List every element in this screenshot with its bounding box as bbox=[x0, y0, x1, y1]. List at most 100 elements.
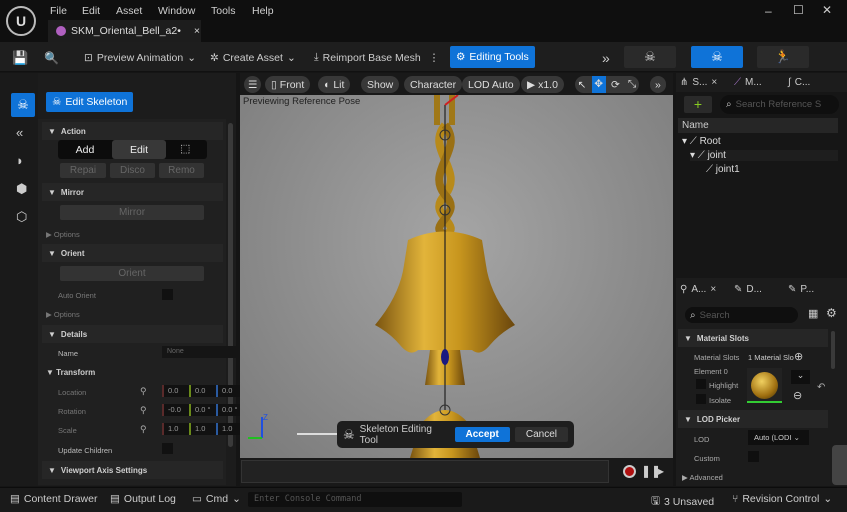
scale-icon[interactable]: ⤡ bbox=[625, 78, 639, 91]
overflow-button[interactable]: » bbox=[602, 47, 610, 68]
tab-close-icon[interactable]: × bbox=[710, 284, 716, 295]
menu-help[interactable]: Help bbox=[252, 5, 274, 17]
revision-control-button[interactable]: ⑂ Revision Control ⌄ bbox=[732, 493, 832, 505]
menu-edit[interactable]: Edit bbox=[82, 5, 100, 17]
menu-window[interactable]: Window bbox=[158, 5, 195, 17]
skeleton-edit-mode-icon[interactable]: ☠ bbox=[11, 93, 35, 117]
orient-button[interactable]: Orient bbox=[60, 266, 204, 281]
name-field[interactable]: None bbox=[162, 346, 242, 358]
content-drawer-button[interactable]: ▤ Content Drawer bbox=[10, 493, 97, 505]
scale-z[interactable]: 1.0 bbox=[216, 423, 243, 435]
cube-icon[interactable]: ⬡ bbox=[16, 209, 27, 225]
repair-button[interactable]: Repai bbox=[60, 163, 106, 178]
tree-item-joint1[interactable]: ⟋ joint1 bbox=[706, 164, 740, 175]
rotation-x[interactable]: -0.0 bbox=[162, 404, 189, 416]
rotation-y[interactable]: 0.0 ° bbox=[189, 404, 216, 416]
edit-button[interactable]: Edit bbox=[112, 140, 166, 159]
tab-mesh[interactable]: ⟋ M... bbox=[734, 73, 762, 91]
add-slot-icon[interactable]: ⊕ bbox=[794, 350, 803, 363]
translate-icon[interactable]: ✥ bbox=[591, 76, 606, 93]
add-button[interactable]: Add bbox=[58, 140, 112, 159]
mirror-button[interactable]: Mirror bbox=[60, 205, 204, 220]
material-dropdown[interactable]: ⌄ bbox=[791, 370, 810, 384]
menu-asset[interactable]: Asset bbox=[116, 5, 142, 17]
custom-checkbox[interactable] bbox=[748, 451, 759, 462]
tab-curves[interactable]: ∫ C... bbox=[788, 73, 810, 91]
location-gizmo-icon[interactable]: ⚲ bbox=[140, 386, 147, 397]
section-details[interactable]: ▼ Details bbox=[42, 325, 223, 343]
section-lod-picker[interactable]: ▼ LOD Picker bbox=[678, 410, 828, 428]
rotate-icon[interactable]: ⟳ bbox=[609, 79, 623, 91]
settings-icon[interactable]: ⚙ bbox=[826, 306, 837, 320]
editing-tools-button[interactable]: ⚙ Editing Tools bbox=[450, 46, 535, 68]
remove-button[interactable]: Remo bbox=[159, 163, 204, 178]
tab-details[interactable]: ✎ D... bbox=[734, 280, 762, 298]
asset-tab[interactable]: SKM_Oriental_Bell_a2• × bbox=[48, 20, 201, 42]
section-mirror[interactable]: ▼ Mirror bbox=[42, 183, 223, 201]
close-button[interactable]: ✕ bbox=[822, 3, 832, 17]
step-forward-button[interactable]: ▸ bbox=[658, 464, 664, 478]
edit-skeleton-button[interactable]: ☠ Edit Skeleton bbox=[46, 92, 134, 112]
transform-header[interactable]: ▼ Transform bbox=[42, 368, 223, 377]
scrollbar[interactable] bbox=[228, 123, 233, 447]
auto-orient-checkbox[interactable] bbox=[162, 289, 173, 300]
section-action[interactable]: ▼ Action bbox=[42, 122, 223, 140]
viewport-overflow-button[interactable]: » bbox=[650, 76, 666, 93]
lod-select[interactable]: Auto (LODI ⌄ bbox=[748, 430, 809, 445]
orient-options[interactable]: ▶ Options bbox=[42, 310, 223, 319]
update-children-checkbox[interactable] bbox=[162, 443, 173, 454]
isolate-checkbox[interactable] bbox=[696, 394, 706, 404]
reset-icon[interactable]: ↶ bbox=[817, 382, 825, 393]
mesh-icon[interactable]: ⬢ bbox=[16, 181, 27, 197]
tab-close-icon[interactable]: × bbox=[711, 77, 717, 88]
scale-x[interactable]: 1.0 bbox=[162, 423, 189, 435]
name-column-header[interactable]: Name bbox=[678, 118, 838, 133]
material-thumbnail[interactable] bbox=[747, 368, 782, 403]
section-viewport-axis[interactable]: ▼ Viewport Axis Settings bbox=[42, 461, 223, 479]
tab-close-icon[interactable]: × bbox=[194, 25, 200, 37]
rotation-z[interactable]: 0.0 ° bbox=[216, 404, 243, 416]
more-icon[interactable]: ⋮ bbox=[429, 52, 440, 64]
console-input[interactable]: Enter Console Command bbox=[248, 492, 462, 507]
mesh-mode-button[interactable]: ☠ bbox=[691, 46, 743, 68]
section-material-slots[interactable]: ▼ Material Slots bbox=[678, 329, 828, 347]
table-view-icon[interactable]: ▦ bbox=[808, 307, 818, 320]
select-cursor-icon[interactable]: ⬚ bbox=[180, 142, 190, 155]
mirror-options[interactable]: ▶ Options bbox=[42, 230, 223, 239]
menu-file[interactable]: File bbox=[50, 5, 67, 17]
browse-icon[interactable]: 🔍 bbox=[44, 47, 59, 68]
tab-asset-details[interactable]: ⚲ A... × bbox=[680, 280, 716, 298]
reimport-button[interactable]: ⤓ Reimport Base Mesh ⋮ bbox=[314, 47, 439, 68]
tab-skeleton-tree[interactable]: ⋔ S... × bbox=[680, 73, 717, 91]
lod-button[interactable]: LOD Auto bbox=[462, 76, 520, 93]
skeleton-mode-button[interactable]: ☠ bbox=[624, 46, 676, 68]
collapse-icon[interactable]: « bbox=[16, 125, 23, 140]
scale-y[interactable]: 1.0 bbox=[189, 423, 216, 435]
cancel-button[interactable]: Cancel bbox=[514, 427, 568, 442]
menu-tools[interactable]: Tools bbox=[211, 5, 236, 17]
tab-preview[interactable]: ✎ P... bbox=[788, 280, 814, 298]
accept-button[interactable]: Accept bbox=[454, 427, 510, 442]
show-button[interactable]: Show bbox=[361, 76, 400, 93]
minimize-button[interactable]: – bbox=[765, 4, 772, 18]
maximize-button[interactable]: ☐ bbox=[793, 3, 804, 17]
location-z[interactable]: 0.0 bbox=[216, 385, 243, 397]
tree-item-joint[interactable]: ▾ ⟋ joint bbox=[690, 150, 838, 161]
create-asset-button[interactable]: ✲ Create Asset ⌄ bbox=[210, 47, 296, 68]
section-orient[interactable]: ▼ Orient bbox=[42, 244, 223, 262]
unsaved-button[interactable]: 🖫 3 Unsaved bbox=[651, 493, 714, 511]
highlight-checkbox[interactable] bbox=[696, 379, 706, 389]
details-scrollbar[interactable] bbox=[831, 331, 835, 369]
add-bone-button[interactable]: + bbox=[684, 96, 712, 113]
location-y[interactable]: 0.0 bbox=[189, 385, 216, 397]
disconnect-button[interactable]: Disco bbox=[110, 163, 155, 178]
search-reference-input[interactable]: ⌕ Search Reference S bbox=[720, 95, 839, 114]
playback-speed-button[interactable]: ▶ x1.0 bbox=[521, 76, 564, 93]
deform-icon[interactable]: ◗ bbox=[16, 153, 24, 168]
tree-item-root[interactable]: ▾ ⟋ Root bbox=[682, 136, 721, 147]
details-search-input[interactable]: ⌕ Search bbox=[685, 307, 798, 323]
front-view-button[interactable]: ▯ Front bbox=[265, 76, 311, 93]
record-button[interactable] bbox=[623, 465, 636, 478]
scale-gizmo-icon[interactable]: ⚲ bbox=[140, 424, 147, 435]
save-icon[interactable]: 💾 bbox=[12, 47, 28, 68]
